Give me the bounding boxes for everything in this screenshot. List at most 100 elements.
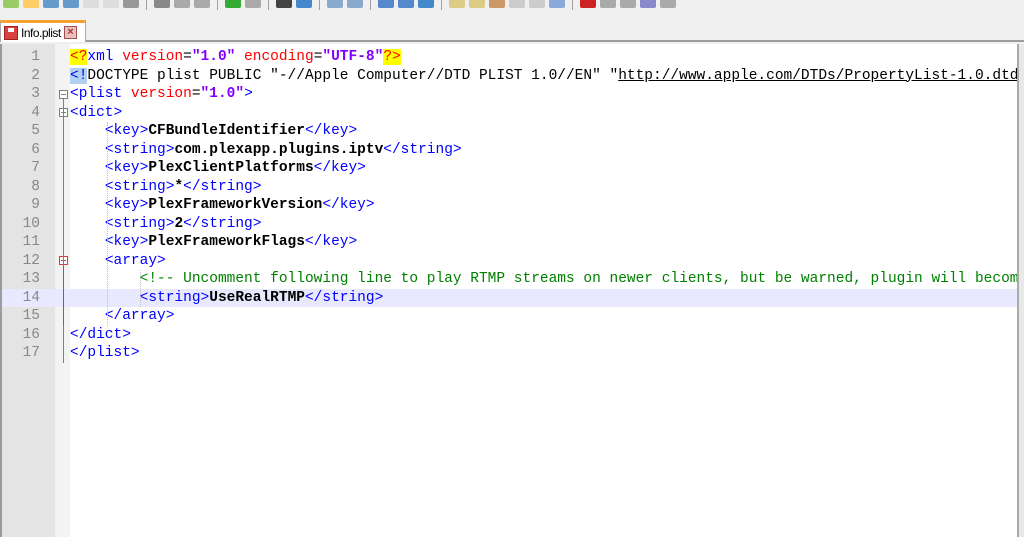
wrap-icon[interactable] — [418, 0, 434, 8]
line-code: <dict> — [70, 104, 122, 123]
token-pi: <? — [70, 49, 88, 65]
line-number: 17 — [22, 345, 40, 361]
tab-info-plist[interactable]: Info.plist × — [0, 20, 86, 42]
record-icon[interactable] — [580, 0, 596, 8]
monitor-icon[interactable] — [549, 0, 565, 8]
paste-icon[interactable] — [194, 0, 210, 8]
play-icon[interactable] — [620, 0, 636, 8]
toolbar-separator — [319, 0, 320, 10]
function-list-icon[interactable] — [529, 0, 545, 8]
token-tag: </string> — [383, 141, 462, 158]
token-tag: </string> — [183, 178, 262, 195]
token-tag: <string> — [139, 289, 210, 306]
token-attr: version — [130, 86, 192, 102]
replace-icon[interactable] — [296, 0, 312, 8]
code-line[interactable]: 6 <string>com.plexapp.plugins.iptv</stri… — [2, 141, 1017, 160]
find-icon[interactable] — [276, 0, 292, 8]
sync-h-icon[interactable] — [398, 0, 414, 8]
vertical-scrollbar[interactable] — [1017, 44, 1024, 537]
code-line[interactable]: 16 </dict> — [2, 326, 1017, 345]
code-line[interactable]: 8 <string>*</string> — [2, 178, 1017, 197]
copy-icon[interactable] — [174, 0, 190, 8]
token-tag: </key> — [322, 197, 375, 213]
line-number: 3 — [31, 86, 40, 102]
token-val: "1.0" — [200, 86, 245, 102]
token-val: "1.0" — [191, 49, 236, 65]
line-code: <array> — [70, 252, 166, 271]
toolbar — [0, 0, 1024, 14]
indent-guide — [107, 122, 108, 326]
token-tag: </key> — [304, 234, 358, 250]
all-chars-icon[interactable] — [449, 0, 465, 8]
save-macro-icon[interactable] — [660, 0, 676, 8]
close-all-icon[interactable] — [103, 0, 119, 8]
line-code: <string>com.plexapp.plugins.iptv</string… — [70, 141, 462, 160]
fold-toggle-icon[interactable] — [59, 89, 68, 99]
line-code: <?xml version="1.0" encoding="UTF-8"?> — [70, 48, 401, 67]
code-line[interactable]: 7 <key>PlexClientPlatforms</key> — [2, 159, 1017, 178]
new-icon[interactable] — [3, 0, 19, 8]
line-code: </array> — [70, 307, 175, 326]
token-comment: <!-- Uncomment following line to play RT… — [139, 271, 1017, 287]
play-multi-icon[interactable] — [640, 0, 656, 8]
indent-guide-icon[interactable] — [469, 0, 485, 8]
code-line[interactable]: 10 <string>2</string> — [2, 215, 1017, 234]
token-tag: > — [244, 86, 253, 102]
code-line[interactable]: 9 <key>PlexFrameworkVersion</key> — [2, 196, 1017, 215]
line-code: <!DOCTYPE plist PUBLIC "-//Apple Compute… — [70, 67, 1017, 86]
code-line[interactable]: 5 <key>CFBundleIdentifier</key> — [2, 122, 1017, 141]
line-number: 8 — [31, 178, 40, 195]
code-line[interactable]: 15 </array> — [2, 307, 1017, 326]
token-tag: <string> — [104, 141, 175, 158]
line-code: <!-- Uncomment following line to play RT… — [70, 270, 1017, 289]
doc-map-icon[interactable] — [509, 0, 525, 8]
close-icon[interactable] — [83, 0, 99, 8]
code-line[interactable]: 17 </plist> — [2, 344, 1017, 363]
line-number: 2 — [31, 67, 40, 84]
undo-icon[interactable] — [225, 0, 241, 8]
redo-icon[interactable] — [245, 0, 261, 8]
line-code: <key>PlexFrameworkVersion</key> — [70, 196, 375, 215]
token-text: * — [174, 178, 184, 195]
toolbar-separator — [441, 0, 442, 10]
code-line[interactable]: 14 <string>UseRealRTMP</string> — [2, 288, 1017, 307]
token-url[interactable]: http://www.apple.com/DTDs/PropertyList-1… — [618, 68, 1017, 84]
toolbar-separator — [268, 0, 269, 10]
token-tag: <key> — [104, 160, 149, 176]
zoom-in-icon[interactable] — [327, 0, 343, 8]
token-text: PlexFrameworkFlags — [148, 234, 305, 250]
token-tag: <string> — [104, 215, 175, 232]
code-line[interactable]: 3 <plist version="1.0"> — [2, 85, 1017, 104]
sync-v-icon[interactable] — [378, 0, 394, 8]
code-line[interactable]: 4 <dict> — [2, 104, 1017, 123]
code-editor[interactable]: 1 <?xml version="1.0" encoding="UTF-8"?> 2… — [0, 44, 1017, 537]
code-line[interactable]: 11 <key>PlexFrameworkFlags</key> — [2, 233, 1017, 252]
save-icon[interactable] — [43, 0, 59, 8]
line-number: 4 — [31, 104, 40, 121]
line-code: <key>CFBundleIdentifier</key> — [70, 122, 357, 141]
code-line[interactable]: 1 <?xml version="1.0" encoding="UTF-8"?> — [2, 48, 1017, 67]
token-tag: <plist — [70, 86, 131, 102]
stop-icon[interactable] — [600, 0, 616, 8]
lang-icon[interactable] — [489, 0, 505, 8]
token-tag: <dict> — [70, 104, 123, 121]
line-number: 14 — [22, 289, 40, 306]
zoom-out-icon[interactable] — [347, 0, 363, 8]
close-tab-icon[interactable]: × — [63, 26, 77, 39]
save-all-icon[interactable] — [63, 0, 79, 8]
open-icon[interactable] — [23, 0, 39, 8]
line-code: </dict> — [70, 326, 131, 345]
code-line[interactable]: 13 <!-- Uncomment following line to play… — [2, 270, 1017, 289]
cut-icon[interactable] — [154, 0, 170, 8]
token-doc: DOCTYPE plist PUBLIC "-//Apple Computer/… — [87, 67, 619, 84]
code-line[interactable]: 12 <array> — [2, 252, 1017, 271]
line-number: 11 — [22, 234, 40, 250]
token-tag: </dict> — [70, 326, 131, 343]
code-line[interactable]: 2 <!DOCTYPE plist PUBLIC "-//Apple Comput… — [2, 67, 1017, 86]
print-icon[interactable] — [123, 0, 139, 8]
